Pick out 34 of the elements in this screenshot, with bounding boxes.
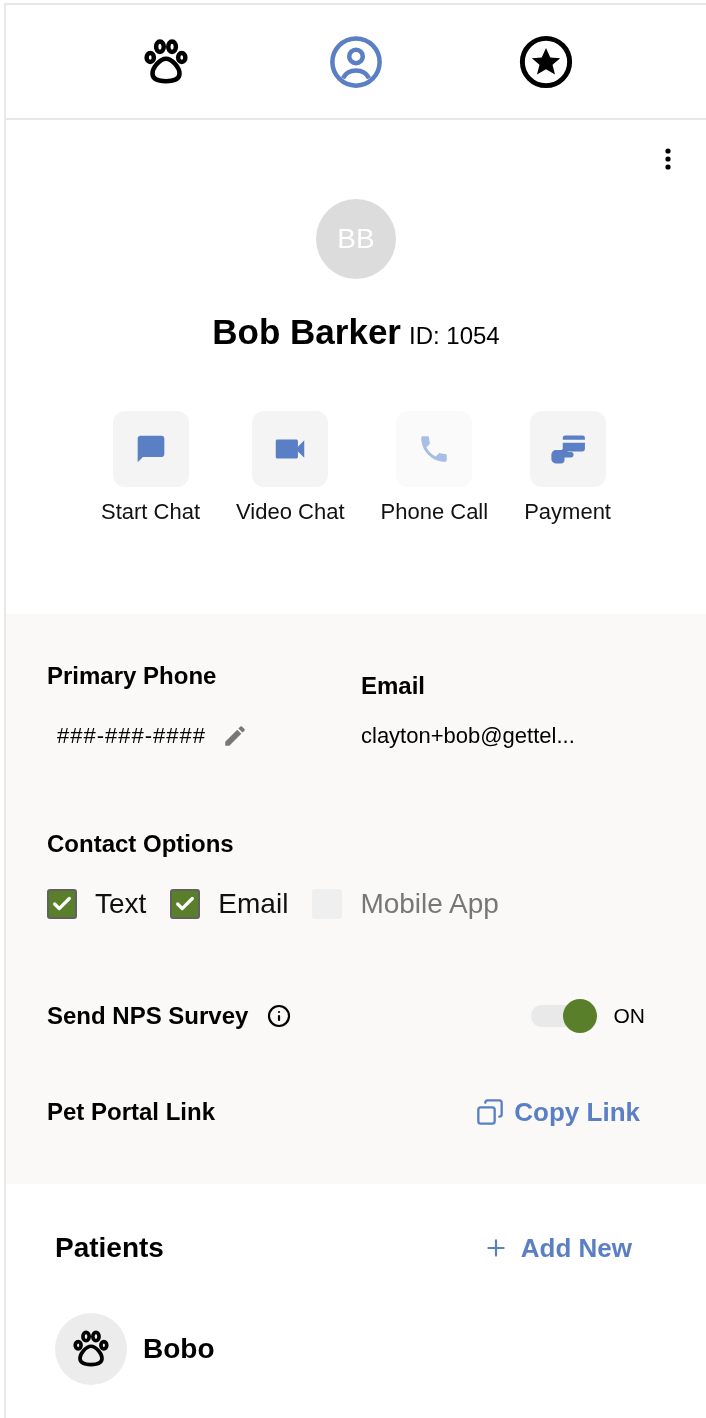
more-options-button[interactable] [665,148,671,170]
setting-label: Send NPS Survey [47,1001,249,1031]
field-label: Email [361,671,426,701]
phone-icon [396,411,473,487]
phone-value: ###-###-#### [57,722,206,750]
client-name: Bob Barker [212,311,401,353]
action-button[interactable]: Payment [524,411,611,526]
patient-item[interactable]: Bobo [55,1313,215,1385]
copy-icon [476,1098,505,1126]
checkbox-label: Mobile App [360,888,499,920]
card-in-hand-icon [529,411,606,487]
section-label: Contact Options [47,829,234,859]
add-new-button[interactable]: Add New [482,1232,632,1264]
user-icon [329,34,383,89]
checkbox-label: Text [95,888,147,920]
toggle-switch[interactable] [530,999,597,1033]
pencil-icon [222,723,248,749]
client-id: ID: 1054 [408,321,500,351]
checkbox[interactable] [47,889,77,919]
setting-label: Pet Portal Link [47,1097,216,1127]
field-label: Primary Phone [47,661,217,691]
copy-link-button[interactable]: Copy Link [476,1096,640,1128]
toggle-state: ON [613,1003,645,1029]
more-icon [665,148,671,170]
section-title: Patients [55,1231,164,1265]
email-value: clayton+bob@gettel... [361,722,575,750]
edit-button[interactable] [222,723,248,749]
video-camera-icon [252,411,329,487]
checkbox-label: Email [218,888,289,920]
action-button[interactable]: Video Chat [236,411,345,526]
checkbox[interactable] [170,889,201,919]
info-icon[interactable] [267,1004,292,1028]
chat-icon [112,411,189,487]
action-button[interactable]: Start Chat [101,411,201,526]
